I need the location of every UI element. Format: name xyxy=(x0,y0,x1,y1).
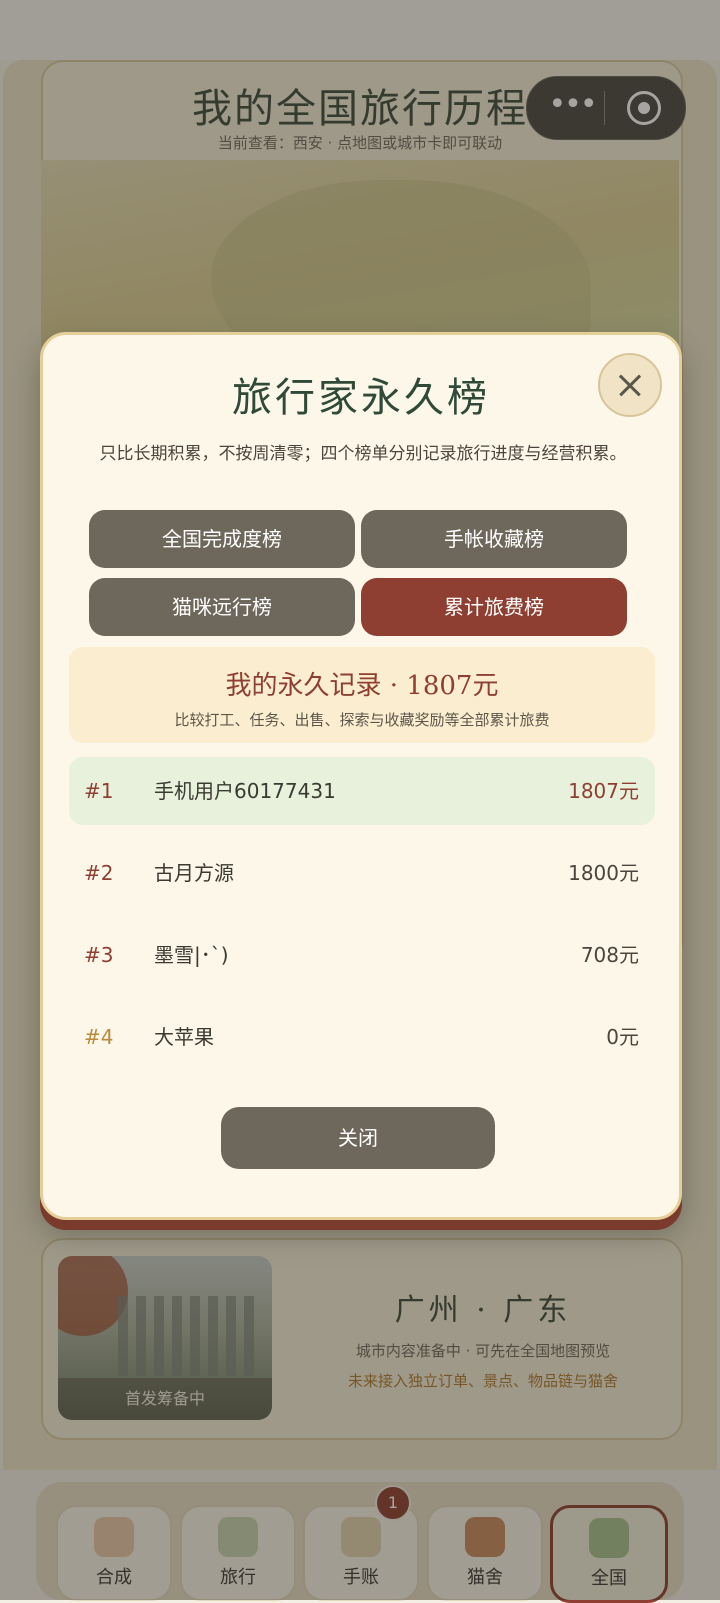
close-icon[interactable] xyxy=(598,353,662,417)
tab-total-travel-fee[interactable]: 累计旅费榜 xyxy=(361,578,627,636)
rank-label: #2 xyxy=(84,861,114,885)
leaderboard-row: #2 古月方源 1800元 xyxy=(69,839,655,907)
player-name: 古月方源 xyxy=(154,861,234,885)
my-record-title: 我的永久记录 · 1807元 xyxy=(225,671,499,701)
my-record-box: 我的永久记录 · 1807元 比较打工、任务、出售、探索与收藏奖励等全部累计旅费 xyxy=(69,647,655,743)
rank-label: #3 xyxy=(84,943,114,967)
rank-label: #1 xyxy=(84,779,114,803)
leaderboard-row: #1 手机用户60177431 1807元 xyxy=(69,757,655,825)
player-name: 手机用户60177431 xyxy=(154,779,336,803)
player-name: 墨雪|･`) xyxy=(154,943,229,967)
rank-label: #4 xyxy=(84,1025,114,1049)
leaderboard-row: #3 墨雪|･`) 708元 xyxy=(69,921,655,989)
player-amount: 1800元 xyxy=(568,861,639,885)
modal-title: 旅行家永久榜 xyxy=(232,375,490,421)
player-amount: 708元 xyxy=(580,943,639,967)
player-amount: 0元 xyxy=(606,1025,639,1049)
tab-journal-collection[interactable]: 手帐收藏榜 xyxy=(361,510,627,568)
tab-national-completion[interactable]: 全国完成度榜 xyxy=(89,510,355,568)
player-name: 大苹果 xyxy=(154,1025,214,1049)
modal-description: 只比长期积累，不按周清零；四个榜单分别记录旅行进度与经营积累。 xyxy=(99,444,627,464)
close-button[interactable]: 关闭 xyxy=(221,1107,495,1169)
player-amount: 1807元 xyxy=(568,779,639,803)
my-record-subtitle: 比较打工、任务、出售、探索与收藏奖励等全部累计旅费 xyxy=(174,711,550,729)
tab-cat-travel[interactable]: 猫咪远行榜 xyxy=(89,578,355,636)
leaderboard-modal: 旅行家永久榜 只比长期积累，不按周清零；四个榜单分别记录旅行进度与经营积累。 全… xyxy=(40,332,682,1220)
leaderboard-row: #4 大苹果 0元 xyxy=(69,1003,655,1071)
